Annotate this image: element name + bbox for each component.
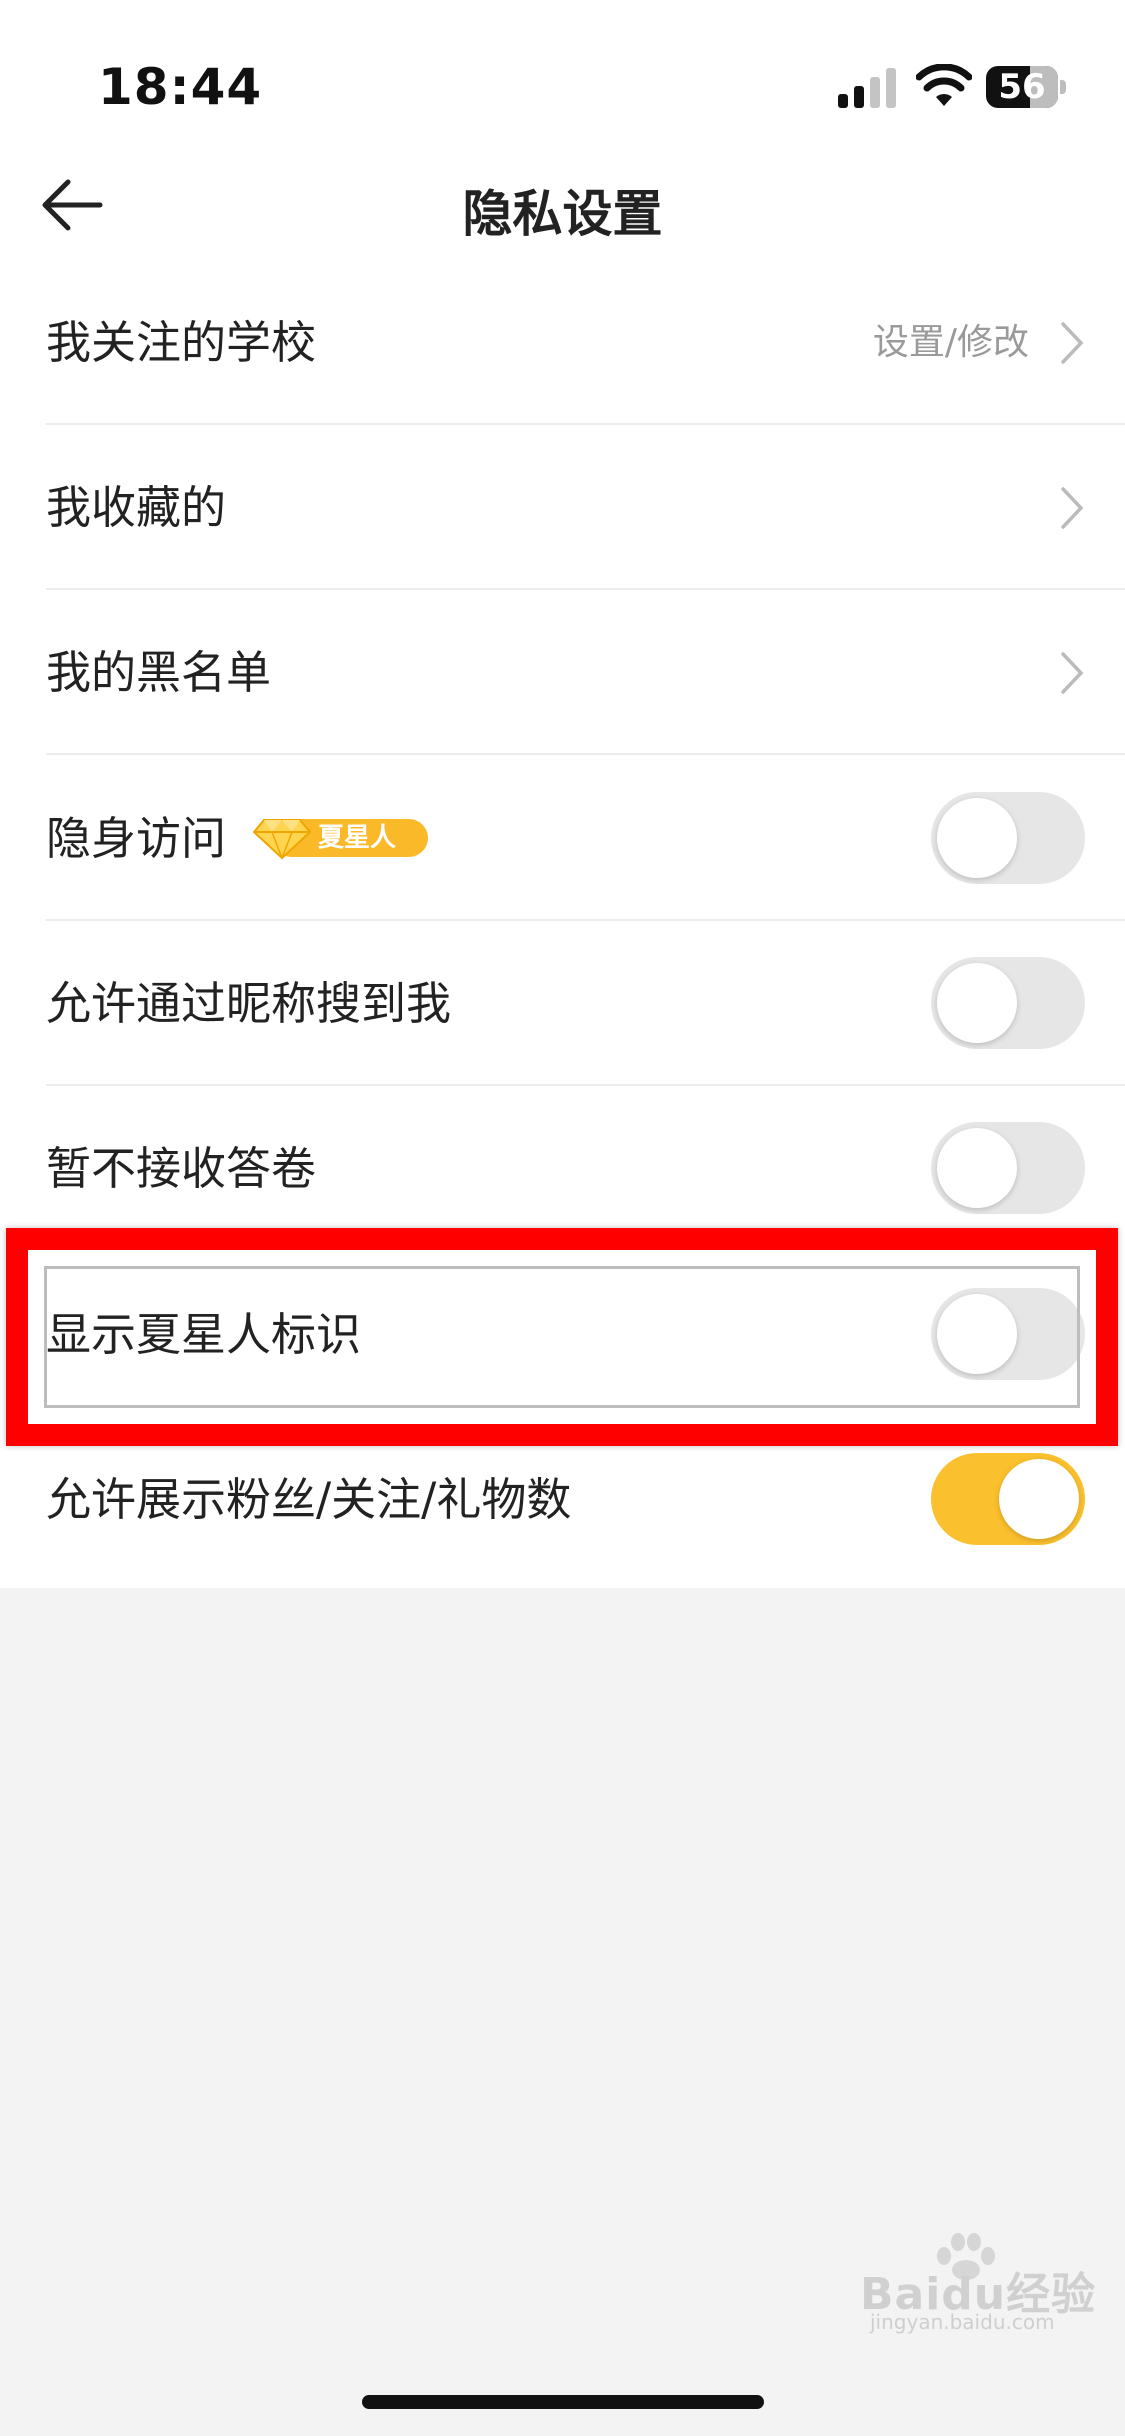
row-label: 暂不接收答卷 [46, 1142, 317, 1195]
invisible-visit-toggle[interactable] [931, 792, 1085, 884]
row-search-by-nickname: 允许通过昵称搜到我 [0, 921, 1125, 1086]
row-favorites[interactable]: 我收藏的 [0, 425, 1125, 590]
search-by-nickname-toggle[interactable] [931, 957, 1085, 1049]
cellular-signal-icon [838, 68, 896, 108]
chevron-right-icon [1061, 487, 1084, 529]
row-no-answer-sheets: 暂不接收答卷 [0, 1086, 1125, 1251]
no-answer-sheets-toggle[interactable] [931, 1122, 1085, 1214]
row-blacklist[interactable]: 我的黑名单 [0, 590, 1125, 755]
battery-level: 56 [998, 67, 1046, 107]
row-value: 设置/修改 [872, 322, 1029, 363]
row-show-fans-follows-gifts: 允许展示粉丝/关注/礼物数 [0, 1417, 1125, 1582]
show-vip-mark-toggle[interactable] [931, 1288, 1085, 1380]
baidu-watermark: Baidu经验 jingyan.baidu.com [860, 2230, 1095, 2340]
row-label: 允许通过昵称搜到我 [46, 977, 452, 1030]
row-show-vip-mark: 显示夏星人标识 [0, 1252, 1125, 1417]
nav-bar: 隐私设置 [0, 150, 1125, 260]
page-title: 隐私设置 [462, 185, 663, 243]
chevron-right-icon [1061, 652, 1084, 694]
home-indicator[interactable] [362, 2395, 764, 2409]
battery-icon: 56 [986, 66, 1068, 110]
row-label: 显示夏星人标识 [46, 1308, 362, 1361]
row-label: 我关注的学校 [46, 316, 317, 369]
row-invisible-visit: 隐身访问 夏星人 [0, 756, 1125, 921]
diamond-icon [252, 819, 312, 860]
row-label: 允许展示粉丝/关注/礼物数 [46, 1473, 572, 1526]
divider [46, 753, 1125, 755]
chevron-right-icon [1061, 322, 1084, 364]
vip-badge: 夏星人 [252, 816, 428, 860]
show-fans-follows-gifts-toggle[interactable] [931, 1453, 1085, 1545]
vip-badge-label: 夏星人 [318, 823, 397, 853]
row-label: 隐身访问 [46, 812, 227, 865]
row-followed-schools[interactable]: 我关注的学校 设置/修改 [0, 260, 1125, 425]
settings-list: 我关注的学校 设置/修改 我收藏的 我的黑名单 隐身访问 夏星人 允许通过昵称搜… [0, 260, 1125, 1588]
row-label: 我的黑名单 [46, 646, 272, 699]
row-label: 我收藏的 [46, 481, 227, 534]
wifi-icon [916, 64, 972, 106]
status-time: 18:44 [98, 58, 263, 116]
status-bar: 18:44 56 [0, 0, 1125, 150]
watermark-url: jingyan.baidu.com [870, 2310, 1055, 2334]
